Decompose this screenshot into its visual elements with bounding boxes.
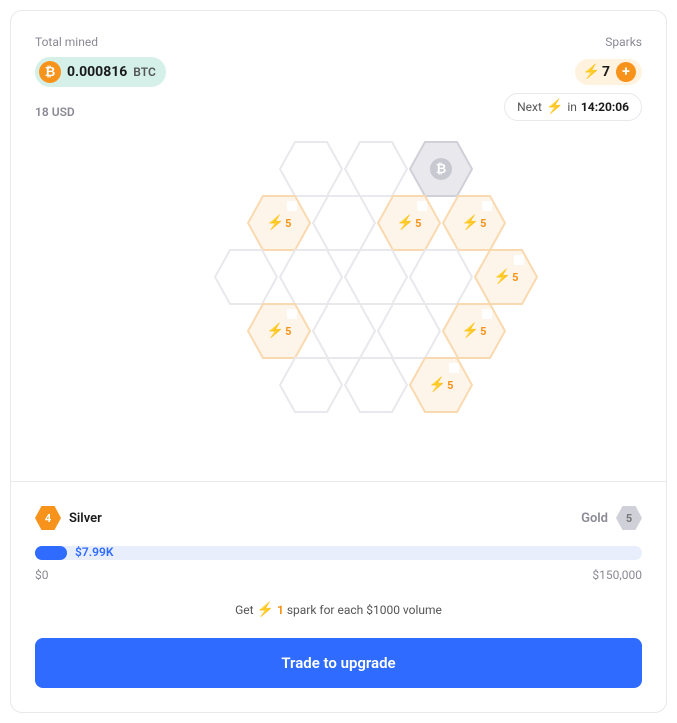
hex-cell bbox=[377, 303, 441, 359]
btc-amount: 0.000816 bbox=[67, 64, 127, 80]
next-spark-timer: Next ⚡ in 14:20:06 bbox=[504, 93, 642, 121]
hex-cell[interactable]: ⚡5 bbox=[409, 357, 473, 413]
hex-cell bbox=[214, 249, 278, 305]
bitcoin-icon: ₿ bbox=[430, 158, 452, 180]
range-max: $150,000 bbox=[592, 568, 642, 582]
hex-cell bbox=[312, 303, 376, 359]
trade-to-upgrade-button[interactable]: Trade to upgrade bbox=[35, 638, 642, 688]
range-min: $0 bbox=[35, 568, 49, 582]
hex-cell bbox=[279, 357, 343, 413]
hex-cell[interactable]: ⚡5 bbox=[247, 303, 311, 359]
hex-cell bbox=[344, 141, 408, 197]
bolt-icon: ⚡ bbox=[462, 323, 479, 339]
add-spark-button[interactable]: + bbox=[616, 62, 636, 82]
next-level: Gold 5 bbox=[581, 506, 642, 530]
bolt-icon: ⚡ bbox=[583, 64, 600, 80]
progress-bar: $7.99K bbox=[35, 546, 642, 560]
hex-cell[interactable]: ₿ bbox=[409, 141, 473, 197]
progress-value: $7.99K bbox=[75, 545, 113, 559]
level-badge-next: 5 bbox=[616, 506, 642, 530]
bolt-icon: ⚡ bbox=[267, 215, 284, 231]
hex-cell[interactable]: ⚡5 bbox=[377, 195, 441, 251]
sparks-badge: ⚡ 7 + bbox=[575, 59, 642, 85]
level-section: 4 Silver Gold 5 $7.99K $0 $150,000 Get ⚡… bbox=[11, 481, 666, 712]
bitcoin-icon: ₿ bbox=[39, 61, 61, 83]
hex-cell bbox=[344, 357, 408, 413]
sparks-label: Sparks bbox=[605, 35, 642, 49]
progress-fill bbox=[35, 546, 67, 560]
hex-cell[interactable]: ⚡5 bbox=[474, 249, 538, 305]
honeycomb-grid: ₿⚡5⚡5⚡5⚡5⚡5⚡5⚡5 bbox=[35, 141, 642, 441]
btc-currency: BTC bbox=[133, 65, 156, 79]
usd-value: 18 USD bbox=[35, 105, 75, 119]
sparks-pill: ⚡ 7 + bbox=[575, 59, 642, 85]
sparks-count: 7 bbox=[602, 64, 610, 80]
hex-cell bbox=[344, 249, 408, 305]
total-mined-badge: ₿ 0.000816 BTC bbox=[35, 57, 166, 87]
bolt-icon: ⚡ bbox=[267, 323, 284, 339]
hex-cell bbox=[279, 141, 343, 197]
bolt-icon: ⚡ bbox=[462, 215, 479, 231]
bolt-icon: ⚡ bbox=[429, 377, 446, 393]
total-mined-label: Total mined bbox=[35, 35, 98, 49]
bolt-icon: ⚡ bbox=[397, 215, 414, 231]
hex-cell bbox=[312, 195, 376, 251]
hex-cell[interactable]: ⚡5 bbox=[442, 195, 506, 251]
level-badge-current: 4 bbox=[35, 506, 61, 530]
top-section: Total mined Sparks ₿ 0.000816 BTC ⚡ 7 + … bbox=[11, 11, 666, 481]
hex-cell[interactable]: ⚡5 bbox=[442, 303, 506, 359]
hex-cell bbox=[279, 249, 343, 305]
bolt-icon: ⚡ bbox=[494, 269, 511, 285]
mining-card: Total mined Sparks ₿ 0.000816 BTC ⚡ 7 + … bbox=[10, 10, 667, 713]
bolt-icon: ⚡ bbox=[257, 602, 274, 618]
bolt-icon: ⚡ bbox=[546, 99, 563, 115]
current-level: 4 Silver bbox=[35, 506, 102, 530]
hex-cell[interactable]: ⚡5 bbox=[247, 195, 311, 251]
hex-cell bbox=[409, 249, 473, 305]
spark-hint: Get ⚡ 1 spark for each $1000 volume bbox=[35, 602, 642, 618]
